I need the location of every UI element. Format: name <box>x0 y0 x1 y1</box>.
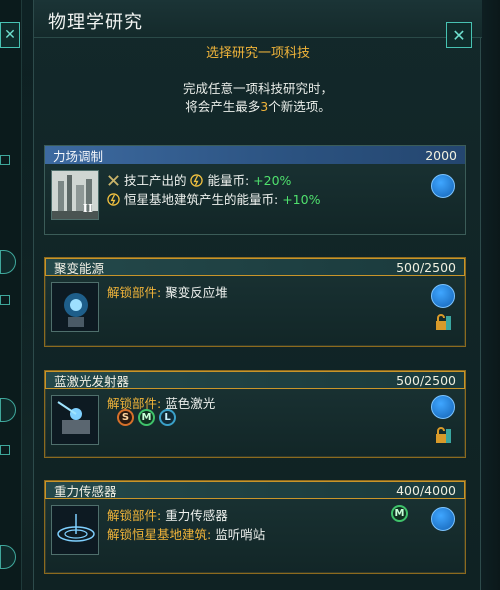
unlock-label: 解锁恒星基地建筑: <box>107 527 212 542</box>
unlock-value: 聚变反应堆 <box>165 285 228 300</box>
tech-thumbnail-city: II <box>51 170 99 220</box>
effect-text: 技工产出的 <box>123 173 187 188</box>
tech-unlock-line: 解锁部件: 聚变反应堆 <box>107 282 228 301</box>
tech-effect-line: 恒星基地建筑产生的能量币: +10% <box>107 189 320 208</box>
tech-category-icon[interactable] <box>431 174 455 198</box>
tech-thumbnail-laser <box>51 395 99 445</box>
research-panel: 物理学研究 ✕ 选择研究一项科技 完成任意一项科技研究时， 将会产生最多3个新选… <box>33 0 482 590</box>
window-title: 物理学研究 <box>48 12 143 33</box>
left-side-strip: ✕ <box>0 0 22 590</box>
tech-category-icon[interactable] <box>431 395 455 419</box>
tech-card-header: 重力传感器 400/4000 <box>45 481 465 499</box>
size-badges: S M L <box>117 409 176 426</box>
description-post: 个新选项。 <box>268 99 331 114</box>
tech-thumbnail-sensor <box>51 505 99 555</box>
tech-cost: 500/2500 <box>396 372 456 388</box>
tech-cost: 2000 <box>425 147 457 163</box>
tech-name: 力场调制 <box>53 148 104 164</box>
unlock-label: 解锁部件: <box>107 508 162 523</box>
effect-resource: 能量币: <box>207 173 250 188</box>
unlock-value: 重力传感器 <box>165 508 228 523</box>
tech-name: 蓝激光发射器 <box>54 373 130 389</box>
map-edge-strip <box>481 0 500 590</box>
tech-cost: 500/2500 <box>396 259 456 275</box>
tech-card-fusion[interactable]: 聚变能源 500/2500 解锁部件: 聚变反应堆 <box>44 257 466 347</box>
left-close-button[interactable]: ✕ <box>0 22 20 48</box>
tech-category-icon[interactable] <box>431 284 455 308</box>
size-badge-medium: M <box>391 505 408 522</box>
left-square-icon <box>0 445 10 455</box>
tech-unlock-line: 解锁部件: 重力传感器 <box>107 505 228 524</box>
unlock-label: 解锁部件: <box>107 285 162 300</box>
description-line1: 完成任意一项科技研究时， <box>182 81 333 96</box>
left-square-icon <box>0 295 10 305</box>
tech-card-force-field[interactable]: 力场调制 2000 II 技工产出的 能量币: +20% 恒星基地建筑产生的能量… <box>44 145 466 235</box>
lock-icon <box>436 427 451 443</box>
energy-icon <box>190 174 204 187</box>
panel-description: 完成任意一项科技研究时， 将会产生最多3个新选项。 <box>34 80 482 116</box>
tech-thumbnail-reactor <box>51 282 99 332</box>
tech-card-gravity-sensor[interactable]: 重力传感器 400/4000 解锁部件: 重力传感器 解锁恒星基地建筑: 监听哨… <box>44 480 466 574</box>
tech-card-header: 蓝激光发射器 500/2500 <box>45 371 465 389</box>
tech-card-blue-laser[interactable]: 蓝激光发射器 500/2500 解锁部件: 蓝色激光 S M L <box>44 370 466 458</box>
tech-card-header: 力场调制 2000 <box>45 146 465 164</box>
left-gear-icon[interactable] <box>0 545 16 569</box>
description-pre: 将会产生最多 <box>185 99 261 114</box>
tech-name: 聚变能源 <box>54 260 105 276</box>
title-bar: 物理学研究 <box>34 0 482 38</box>
tech-cost: 400/4000 <box>396 482 456 498</box>
effect-text: 恒星基地建筑产生的能量币: <box>123 192 279 207</box>
tech-name: 重力传感器 <box>54 483 117 499</box>
description-line2: 将会产生最多3个新选项。 <box>34 98 482 116</box>
panel-subtitle: 选择研究一项科技 <box>205 46 310 61</box>
lock-icon <box>436 314 451 330</box>
left-square-icon <box>0 155 10 165</box>
tech-card-header: 聚变能源 500/2500 <box>45 258 465 276</box>
size-badge-small: S <box>117 409 134 426</box>
energy-icon <box>107 193 120 206</box>
unlock-value: 监听哨站 <box>215 527 266 542</box>
size-badge-medium: M <box>138 409 155 426</box>
size-badge-large: L <box>159 409 176 426</box>
tech-unlock-line: 解锁恒星基地建筑: 监听哨站 <box>107 524 265 543</box>
tech-effect-line: 技工产出的 能量币: +20% <box>107 170 291 189</box>
tools-icon <box>108 175 119 186</box>
effect-value: +10% <box>282 192 321 207</box>
tech-tier-badge: II <box>82 202 93 215</box>
effect-value: +20% <box>253 173 292 188</box>
left-gear-icon[interactable] <box>0 398 16 422</box>
left-gear-icon[interactable] <box>0 250 16 274</box>
starbase-building-icon[interactable] <box>431 507 455 531</box>
